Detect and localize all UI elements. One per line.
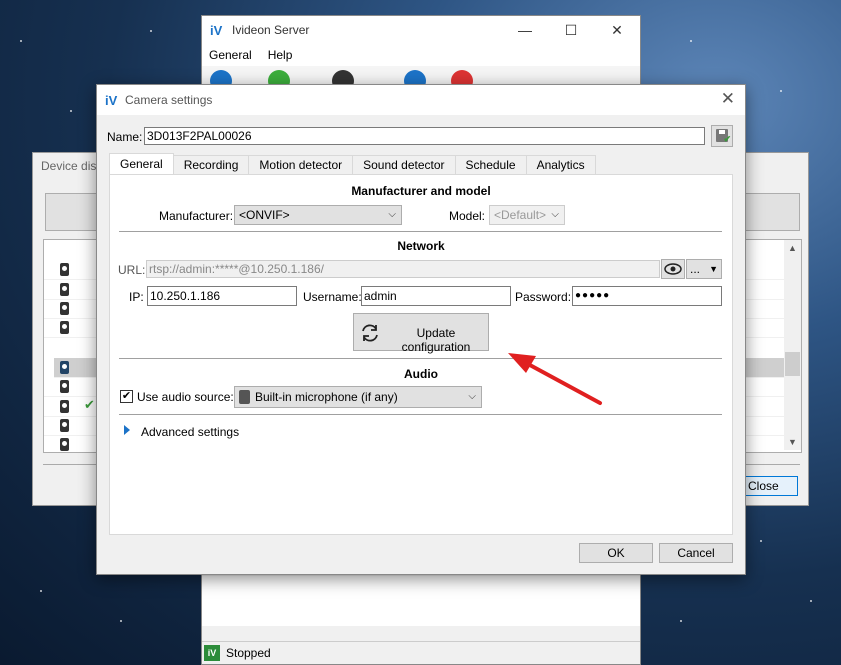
- tab-recording[interactable]: Recording: [172, 155, 250, 174]
- ivideon-logo-icon: iV: [105, 93, 118, 107]
- username-field[interactable]: admin: [361, 286, 511, 306]
- eye-icon: [664, 263, 682, 275]
- advanced-settings-toggle[interactable]: Advanced settings: [141, 425, 239, 439]
- audio-source-value: Built-in microphone (if any): [255, 390, 398, 404]
- ip-label: IP:: [129, 290, 144, 304]
- scroll-down-icon[interactable]: ▼: [784, 437, 801, 447]
- manufacturer-select[interactable]: <ONVIF> ⌵: [234, 205, 402, 225]
- minimize-icon[interactable]: —: [502, 22, 548, 39]
- manufacturer-value: <ONVIF>: [239, 208, 290, 222]
- camera-icon: [60, 419, 69, 432]
- general-tab-panel: Manufacturer and model Manufacturer: <ON…: [109, 174, 733, 535]
- scroll-up-icon[interactable]: ▲: [784, 243, 801, 253]
- camera-icon: [60, 380, 69, 393]
- device-discovery-title: Device disc: [41, 159, 103, 173]
- camera-icon: [60, 400, 69, 413]
- menu-help[interactable]: Help: [268, 48, 293, 62]
- password-label: Password:: [515, 290, 572, 304]
- update-configuration-label: Update configuration: [401, 326, 471, 354]
- tab-sound-detector[interactable]: Sound detector: [352, 155, 456, 174]
- maximize-icon[interactable]: ☐: [548, 22, 594, 39]
- url-label: URL:: [118, 263, 146, 277]
- audio-section-heading: Audio: [404, 367, 438, 381]
- chevron-down-icon: ⌵: [468, 391, 476, 402]
- use-audio-checkbox[interactable]: ✔: [120, 390, 133, 403]
- tab-analytics[interactable]: Analytics: [525, 155, 596, 174]
- model-label: Model:: [449, 209, 486, 223]
- ivideon-menubar: General Help: [202, 44, 640, 66]
- url-options-label: ...: [690, 262, 701, 276]
- device-list-scrollbar[interactable]: ▲ ▼: [784, 240, 801, 450]
- close-icon[interactable]: ✕: [721, 89, 735, 109]
- camera-icon: [60, 302, 69, 315]
- ivideon-logo-icon: iV: [210, 23, 223, 37]
- audio-source-select[interactable]: Built-in microphone (if any) ⌵: [234, 386, 482, 408]
- expand-arrow-icon[interactable]: [124, 425, 130, 435]
- cancel-button[interactable]: Cancel: [659, 543, 733, 563]
- camera-icon: [60, 438, 69, 451]
- svg-text:iV: iV: [210, 23, 223, 37]
- settings-tabs: General Recording Motion detector Sound …: [109, 153, 596, 175]
- tab-motion-detector[interactable]: Motion detector: [248, 155, 354, 174]
- check-icon: ✔: [723, 134, 731, 144]
- camera-icon: [60, 263, 69, 276]
- ivideon-server-title: Ivideon Server: [232, 23, 310, 37]
- ivideon-server-titlebar: iV Ivideon Server — ☐ ✕: [202, 16, 640, 44]
- save-name-button[interactable]: ✔: [711, 125, 733, 147]
- show-url-button[interactable]: [661, 259, 685, 279]
- use-audio-label: Use audio source:: [137, 390, 234, 404]
- chevron-down-icon: ⌵: [388, 209, 396, 220]
- status-text: Stopped: [226, 646, 271, 660]
- password-field[interactable]: ●●●●●: [572, 286, 722, 306]
- manufacturer-section-heading: Manufacturer and model: [351, 184, 491, 198]
- username-label: Username:: [303, 290, 362, 304]
- camera-settings-titlebar: iV Camera settings ✕: [97, 85, 745, 115]
- chevron-down-icon: ▼: [709, 264, 718, 274]
- manufacturer-label: Manufacturer:: [159, 209, 234, 223]
- url-options-button[interactable]: ... ▼: [686, 259, 722, 279]
- name-field[interactable]: 3D013F2PAL00026: [144, 127, 705, 145]
- check-icon: ✔: [84, 397, 95, 412]
- ivideon-content-area: [202, 576, 640, 626]
- close-button[interactable]: Close: [744, 476, 798, 496]
- divider: [119, 231, 722, 232]
- tab-general[interactable]: General: [109, 153, 174, 174]
- ip-field[interactable]: 10.250.1.186: [147, 286, 297, 306]
- divider: [119, 358, 722, 359]
- update-configuration-button[interactable]: Update configuration: [353, 313, 489, 354]
- camera-icon: [60, 321, 69, 334]
- close-icon[interactable]: ✕: [594, 22, 640, 39]
- scroll-thumb[interactable]: [785, 352, 800, 376]
- divider: [119, 414, 722, 415]
- refresh-icon: [362, 324, 378, 342]
- chevron-down-icon: ⌵: [551, 209, 559, 220]
- status-logo-icon: iV: [204, 645, 220, 661]
- camera-settings-dialog: iV Camera settings ✕ Name: 3D013F2PAL000…: [96, 84, 746, 575]
- svg-text:iV: iV: [105, 93, 118, 107]
- network-section-heading: Network: [397, 239, 445, 253]
- model-select[interactable]: <Default> ⌵: [489, 205, 565, 225]
- model-value: <Default>: [494, 208, 547, 222]
- ivideon-toolbar: [202, 66, 640, 92]
- url-field[interactable]: rtsp://admin:*****@10.250.1.186/: [146, 260, 660, 278]
- ok-button[interactable]: OK: [579, 543, 653, 563]
- camera-icon: [60, 283, 69, 296]
- camera-settings-title: Camera settings: [125, 93, 213, 107]
- name-label: Name:: [107, 130, 143, 144]
- ivideon-statusbar: iV Stopped: [202, 641, 640, 664]
- menu-general[interactable]: General: [209, 48, 252, 62]
- microphone-icon: [239, 390, 250, 404]
- camera-icon: [60, 361, 69, 374]
- tab-schedule[interactable]: Schedule: [454, 155, 527, 174]
